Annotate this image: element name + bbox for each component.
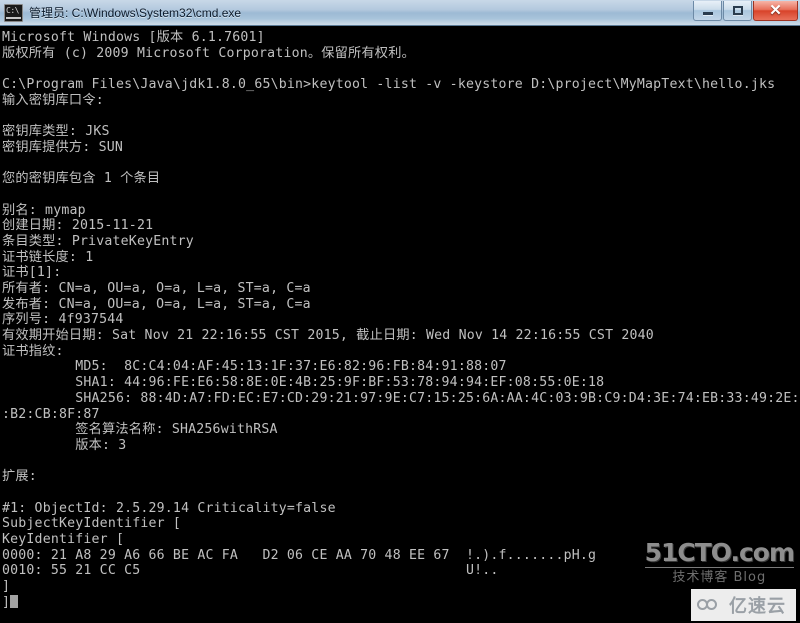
console-line: Microsoft Windows [版本 6.1.7601] — [2, 30, 265, 45]
text-cursor — [10, 594, 19, 608]
console-line: KeyIdentifier [ — [2, 532, 125, 547]
console-line: :B2:CB:8F:87 — [2, 406, 100, 422]
window-titlebar[interactable]: C:\ 管理员: C:\Windows\System32\cmd.exe ✕ — [0, 0, 800, 26]
console-line: 扩展: — [2, 469, 46, 485]
console-line: 密钥库提供方: SUN — [2, 139, 124, 155]
console-line: 证书指纹: — [2, 343, 64, 359]
cmd-window: C:\ 管理员: C:\Windows\System32\cmd.exe ✕ M… — [0, 0, 800, 623]
console-line: MD5: 8C:C4:04:AF:45:13:1F:37:E6:82:96:FB… — [2, 359, 507, 375]
console-line: 您的密钥库包含 1 个条目 — [2, 171, 161, 187]
console-line: 签名算法名称: SHA256withRSA — [2, 422, 278, 438]
console-line: 版权所有 (c) 2009 Microsoft Corporation。保留所有… — [2, 45, 415, 61]
console-line: 序列号: 4f937544 — [2, 312, 124, 328]
console-line: 证书[1]: — [2, 265, 62, 281]
console-line: #1: ObjectId: 2.5.29.14 Criticality=fals… — [2, 500, 336, 516]
console-line: C:\Program Files\Java\jdk1.8.0_65\bin>ke… — [2, 77, 776, 93]
minimize-button[interactable] — [693, 1, 722, 21]
console-icon: C:\ — [4, 3, 23, 22]
console-line: 密钥库类型: JKS — [2, 124, 110, 140]
minimize-icon — [702, 12, 713, 15]
console-line: 版本: 3 — [2, 437, 127, 453]
console-line: 发布者: CN=a, OU=a, O=a, L=a, ST=a, C=a — [2, 296, 311, 312]
console-line: 别名: mymap — [2, 202, 86, 218]
console-line: SHA1: 44:96:FE:E6:58:8E:0E:4B:25:9F:BF:5… — [2, 375, 605, 391]
console-output-area[interactable]: Microsoft Windows [版本 6.1.7601] 版权所有 (c) … — [0, 26, 800, 623]
console-icon-glyph: C:\ — [6, 5, 19, 15]
window-controls: ✕ — [692, 1, 798, 23]
console-line: 所有者: CN=a, OU=a, O=a, L=a, ST=a, C=a — [2, 281, 311, 296]
console-line: ] — [2, 594, 800, 611]
console-text: Microsoft Windows [版本 6.1.7601] 版权所有 (c) … — [2, 30, 800, 623]
console-line: 证书链长度: 1 — [2, 249, 94, 265]
close-button[interactable]: ✕ — [753, 1, 798, 21]
console-line: SubjectKeyIdentifier [ — [2, 516, 182, 532]
console-line: 条目类型: PrivateKeyEntry — [2, 233, 194, 249]
console-line: 创建日期: 2015-11-21 — [2, 218, 154, 234]
console-line: 0000: 21 A8 29 A6 66 BE AC FA D2 06 CE A… — [2, 547, 597, 563]
console-icon-bar — [6, 16, 21, 19]
console-line: 0010: 55 21 CC C5 U!.. — [2, 563, 499, 579]
console-line: 有效期开始日期: Sat Nov 21 22:16:55 CST 2015, 截… — [2, 328, 654, 344]
maximize-button[interactable] — [723, 1, 752, 21]
maximize-icon — [732, 6, 743, 15]
console-line: SHA256: 88:4D:A7:FD:EC:E7:CD:29:21:97:9E… — [2, 390, 800, 406]
console-line: 输入密钥库口令: — [2, 92, 104, 108]
close-icon: ✕ — [769, 2, 782, 19]
console-line: ] — [2, 579, 11, 595]
window-title: 管理员: C:\Windows\System32\cmd.exe — [29, 6, 242, 20]
